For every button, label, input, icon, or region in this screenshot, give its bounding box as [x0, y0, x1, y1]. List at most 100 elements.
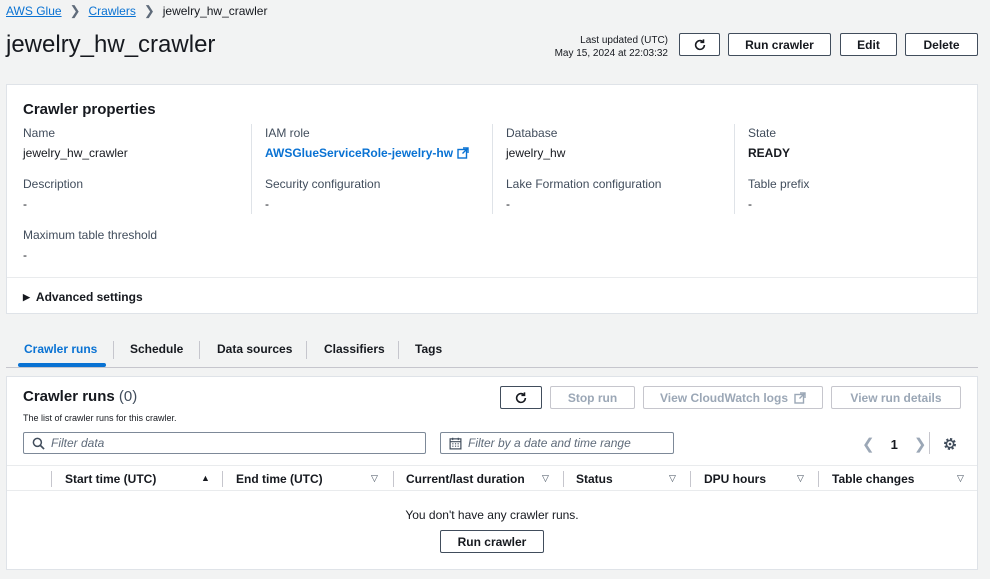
column-table-changes[interactable]: Table changes [832, 472, 914, 486]
divider [734, 124, 735, 214]
page-number[interactable]: 1 [891, 437, 898, 452]
sort-icon[interactable]: ▽ [542, 473, 549, 484]
max-table-threshold-field: Maximum table threshold - [23, 228, 157, 262]
breadcrumb: AWS Glue ❯ Crawlers ❯ jewelry_hw_crawler [6, 3, 267, 19]
column-separator [51, 471, 52, 487]
crawler-runs-count: (0) [118, 388, 138, 405]
external-link-icon [794, 391, 806, 404]
description-label: Description [23, 177, 84, 191]
sort-icon[interactable]: ▽ [371, 473, 378, 484]
active-tab-indicator [18, 363, 106, 367]
view-cloudwatch-logs-label: View CloudWatch logs [659, 390, 788, 405]
state-field: State READY [748, 126, 790, 160]
refresh-runs-button[interactable] [500, 386, 542, 409]
view-cloudwatch-logs-button[interactable]: View CloudWatch logs [643, 386, 823, 409]
pagination: ❮ 1 ❯ [862, 435, 926, 453]
chevron-left-icon[interactable]: ❮ [862, 435, 875, 453]
tabs: Crawler runs Schedule Data sources Class… [6, 338, 978, 368]
column-duration[interactable]: Current/last duration [406, 472, 525, 486]
tab-data-sources[interactable]: Data sources [217, 342, 292, 356]
lake-formation-field: Lake Formation configuration - [506, 177, 661, 211]
column-separator [222, 471, 223, 487]
name-field: Name jewelry_hw_crawler [23, 126, 128, 160]
sort-icon[interactable]: ▽ [797, 473, 804, 484]
search-icon [32, 437, 45, 450]
column-end-time[interactable]: End time (UTC) [236, 472, 323, 486]
column-status[interactable]: Status [576, 472, 613, 486]
tab-tags[interactable]: Tags [415, 342, 442, 356]
table-prefix-field: Table prefix - [748, 177, 809, 211]
lake-formation-label: Lake Formation configuration [506, 177, 662, 191]
filter-data-input[interactable]: Filter data [23, 432, 426, 454]
column-separator [818, 471, 819, 487]
column-separator [393, 471, 394, 487]
last-updated-value: May 15, 2024 at 22:03:32 [554, 48, 668, 59]
edit-button[interactable]: Edit [840, 33, 897, 56]
refresh-button[interactable] [679, 33, 720, 56]
column-separator [690, 471, 691, 487]
view-run-details-button[interactable]: View run details [831, 386, 961, 409]
breadcrumb-current: jewelry_hw_crawler [162, 4, 268, 18]
crawler-properties-title: Crawler properties [23, 101, 156, 118]
crawler-runs-title: Crawler runs (0) [23, 388, 137, 405]
crawler-runs-description: The list of crawler runs for this crawle… [23, 413, 177, 423]
divider [929, 432, 930, 454]
calendar-icon [449, 437, 462, 449]
state-label: State [748, 126, 777, 140]
security-configuration-label: Security configuration [265, 177, 381, 191]
description-value: - [23, 197, 27, 211]
date-range-filter[interactable]: Filter by a date and time range [440, 432, 674, 454]
page-title: jewelry_hw_crawler [6, 31, 216, 58]
runs-table-header: Start time (UTC) ▲ End time (UTC) ▽ Curr… [7, 465, 977, 491]
advanced-settings-label: Advanced settings [35, 290, 143, 304]
external-link-icon [457, 147, 469, 159]
lake-formation-value: - [506, 197, 510, 211]
column-start-time[interactable]: Start time (UTC) [65, 472, 156, 486]
sort-ascending-icon[interactable]: ▲ [201, 473, 210, 483]
security-configuration-value: - [265, 197, 269, 211]
run-crawler-button[interactable]: Run crawler [728, 33, 831, 56]
security-configuration-field: Security configuration - [265, 177, 380, 211]
column-dpu-hours[interactable]: DPU hours [704, 472, 766, 486]
delete-button[interactable]: Delete [905, 33, 978, 56]
iam-role-link[interactable]: AWSGlueServiceRole-jewelry-hw [265, 146, 469, 160]
database-field: Database jewelry_hw [506, 126, 565, 160]
chevron-right-icon[interactable]: ❯ [914, 435, 927, 453]
divider [251, 124, 252, 214]
divider [492, 124, 493, 214]
empty-run-crawler-button[interactable]: Run crawler [440, 530, 544, 553]
description-field: Description - [23, 177, 83, 211]
settings-icon[interactable] [942, 436, 958, 452]
sort-icon[interactable]: ▽ [669, 473, 676, 484]
empty-state-text: You don't have any crawler runs. [405, 508, 579, 522]
advanced-settings-toggle[interactable]: ▶ Advanced settings [23, 290, 143, 304]
stop-run-button[interactable]: Stop run [550, 386, 635, 409]
breadcrumb-aws-glue[interactable]: AWS Glue [6, 4, 62, 18]
date-range-placeholder: Filter by a date and time range [468, 436, 631, 450]
database-value: jewelry_hw [506, 146, 566, 160]
tab-separator [306, 341, 307, 359]
refresh-icon [694, 38, 705, 50]
refresh-icon [515, 391, 527, 403]
tab-crawler-runs[interactable]: Crawler runs [24, 342, 97, 356]
chevron-right-icon: ❯ [143, 3, 155, 18]
table-prefix-value: - [748, 197, 752, 211]
last-updated: Last updated (UTC) May 15, 2024 at 22:03… [555, 34, 668, 60]
tab-classifiers[interactable]: Classifiers [324, 342, 385, 356]
table-prefix-label: Table prefix [748, 177, 810, 191]
iam-role-field: IAM role AWSGlueServiceRole-jewelry-hw [265, 126, 469, 160]
max-table-threshold-label: Maximum table threshold [23, 228, 158, 242]
max-table-threshold-value: - [23, 248, 27, 262]
column-separator [563, 471, 564, 487]
iam-role-value: AWSGlueServiceRole-jewelry-hw [265, 146, 454, 160]
database-label: Database [506, 126, 558, 140]
tab-separator [113, 341, 114, 359]
state-value: READY [748, 146, 791, 160]
tab-schedule[interactable]: Schedule [130, 342, 183, 356]
caret-right-icon: ▶ [23, 291, 30, 302]
breadcrumb-crawlers[interactable]: Crawlers [88, 4, 135, 18]
crawler-runs-heading: Crawler runs [23, 388, 115, 405]
tab-separator [199, 341, 200, 359]
filter-data-placeholder: Filter data [51, 436, 105, 450]
sort-icon[interactable]: ▽ [957, 473, 964, 484]
